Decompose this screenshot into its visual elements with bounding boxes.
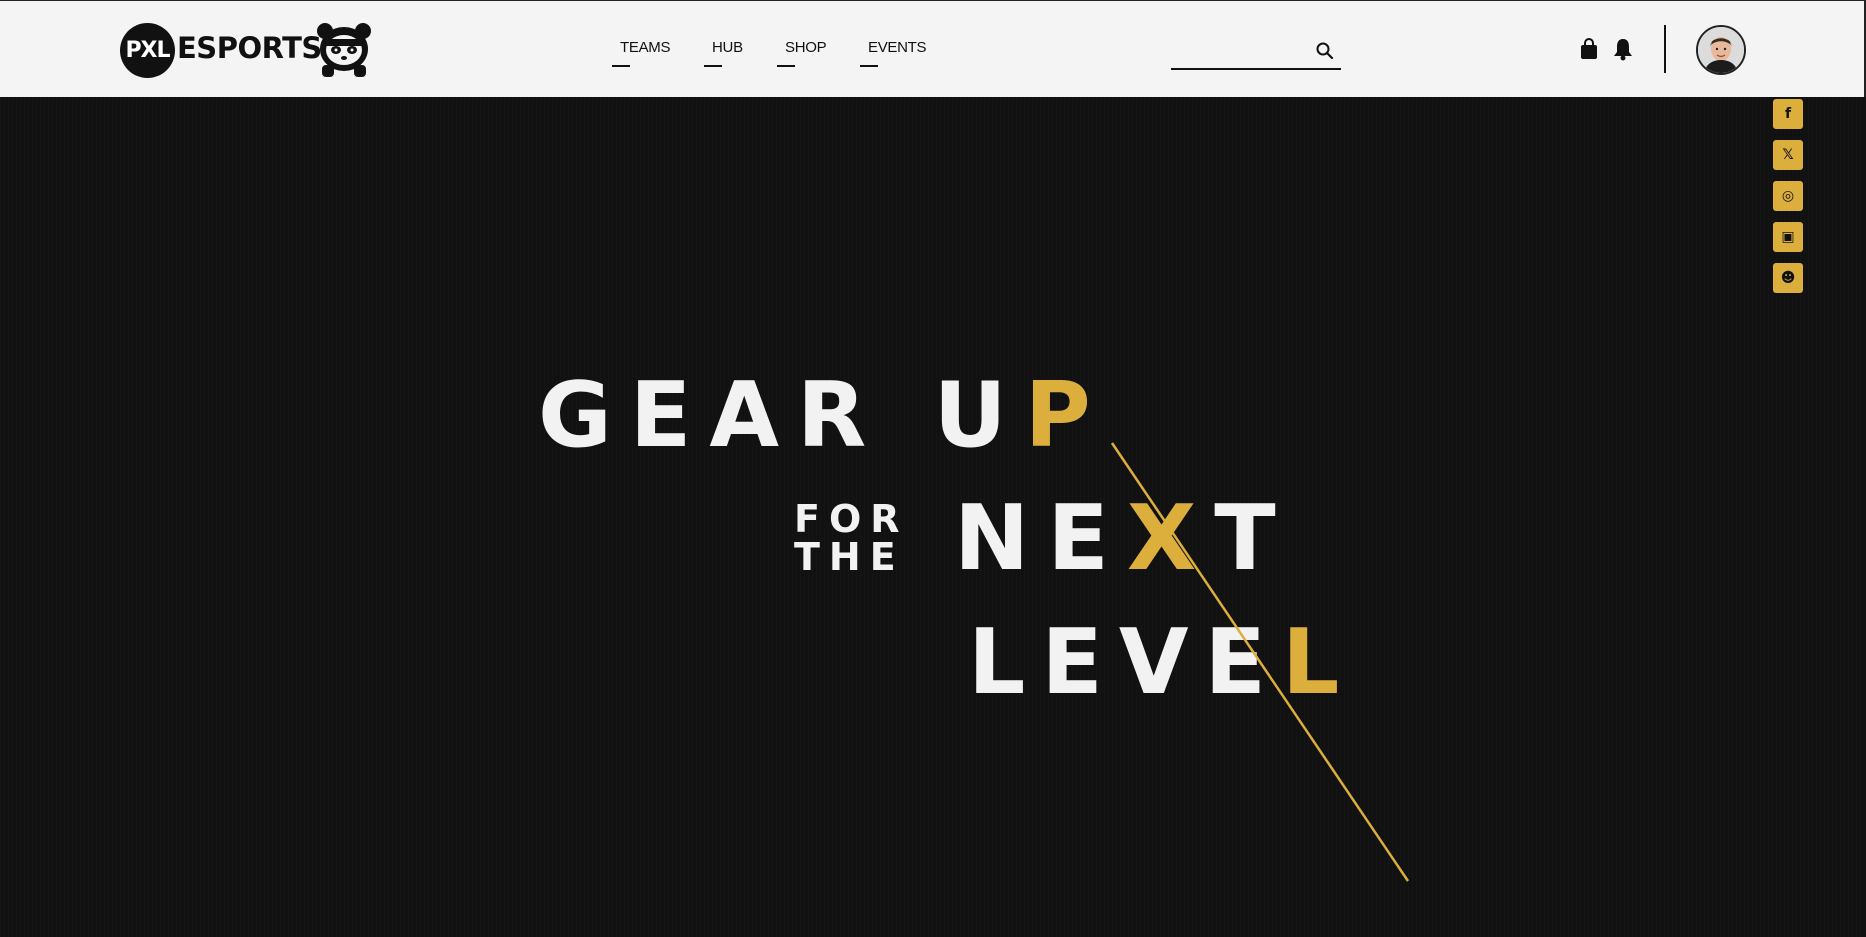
search-input[interactable] [1171,37,1311,67]
search-icon[interactable] [1315,41,1335,61]
hero-line-2-accent: X [1126,486,1215,591]
shopping-bag-icon[interactable] [1579,38,1599,60]
notification-bell-icon[interactable] [1612,37,1634,61]
hero-line-1-accent: P [1024,363,1109,468]
hero-line-1: GEAR UP [538,363,1109,468]
facebook-link[interactable]: f [1773,99,1803,129]
hero-line-3-accent: L [1281,610,1356,715]
hero-section [0,97,1864,937]
instagram-icon: ◎ [1781,188,1795,204]
hero-line-2-small: FOR THE [794,500,909,576]
hero-line-3: LEVEL [968,610,1355,715]
logo-mark: PXL [120,23,175,78]
nav-shop[interactable]: SHOP [776,39,827,67]
search-box [1171,37,1341,70]
discord-icon: ☻ [1780,270,1796,286]
header-divider [1664,25,1666,73]
nav-events[interactable]: EVENTS [859,39,927,67]
hero-line-1-text: GEAR U [538,363,1025,468]
x-icon: 𝕏 [1782,147,1794,163]
discord-link[interactable]: ☻ [1773,263,1803,293]
site-header: PXL ESPORTS TEAMS HUB SHOP EVENTS [0,0,1866,97]
logo-text: ESPORTS [177,31,322,65]
panda-logo-icon [317,23,371,77]
hero-small-for: FOR [794,497,909,541]
user-avatar[interactable] [1696,25,1746,75]
instagram-link[interactable]: ◎ [1773,181,1803,211]
avatar-image [1698,27,1744,73]
hero-line-2-end: T [1214,486,1294,591]
hero-line-3-text: LEVE [968,610,1282,715]
twitch-icon: ▣ [1781,229,1795,245]
nav-teams[interactable]: TEAMS [611,39,670,67]
facebook-icon: f [1784,106,1792,122]
hero-line-2-text: NE [954,486,1127,591]
nav-hub[interactable]: HUB [704,39,743,67]
twitch-link[interactable]: ▣ [1773,222,1803,252]
hero-small-the: THE [794,535,905,579]
x-link[interactable]: 𝕏 [1773,140,1803,170]
site-logo[interactable]: PXL ESPORTS [120,21,380,78]
hero-line-2: NEXT [954,486,1294,591]
